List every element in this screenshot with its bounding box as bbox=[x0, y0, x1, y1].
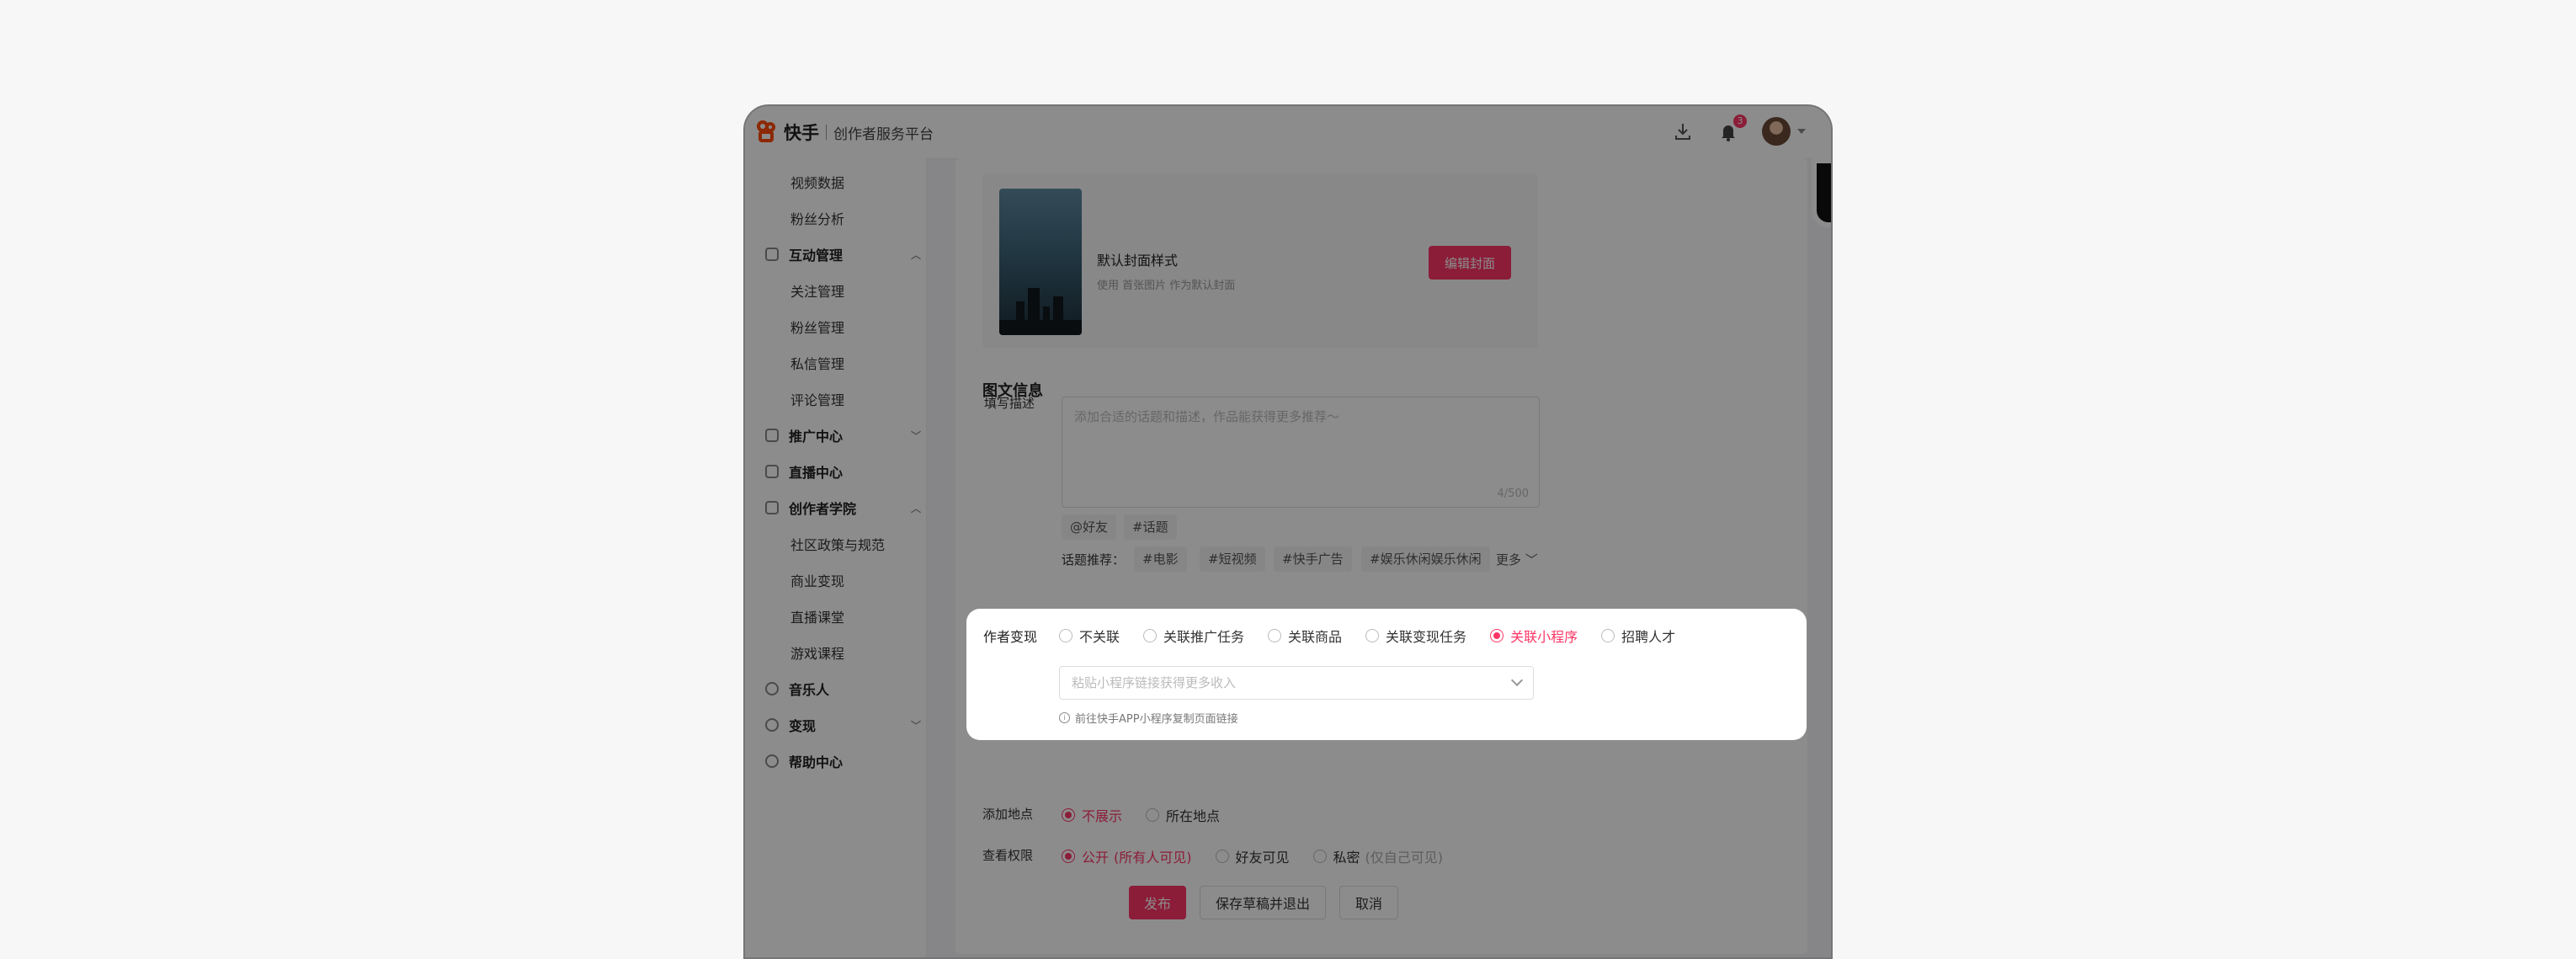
mini-program-link-input[interactable] bbox=[1070, 667, 1494, 699]
radio-label: 不关联 bbox=[1079, 629, 1120, 645]
monetize-radio-none[interactable]: 不关联 bbox=[1059, 626, 1120, 646]
monetize-section: 作者变现 不关联 关联推广任务 关联商品 关联变现任务 关联小程序 招聘人才 i… bbox=[966, 609, 1807, 740]
monetize-radio-product[interactable]: 关联商品 bbox=[1268, 626, 1342, 646]
monetize-radio-monetize-task[interactable]: 关联变现任务 bbox=[1365, 626, 1466, 646]
dim-overlay bbox=[743, 104, 1833, 959]
monetize-radio-recruit[interactable]: 招聘人才 bbox=[1601, 626, 1675, 646]
info-icon: i bbox=[1059, 712, 1070, 723]
radio-label: 关联变现任务 bbox=[1386, 629, 1467, 645]
radio-dot bbox=[1059, 629, 1072, 642]
tip-text: 前往快手APP小程序复制页面链接 bbox=[1075, 713, 1238, 726]
mini-program-link-select[interactable] bbox=[1059, 666, 1534, 700]
radio-dot bbox=[1490, 629, 1504, 642]
monetize-label: 作者变现 bbox=[983, 629, 1038, 645]
chevron-down-icon bbox=[1510, 674, 1524, 687]
radio-dot bbox=[1601, 629, 1615, 642]
radio-label: 关联小程序 bbox=[1510, 629, 1578, 645]
monetize-radio-group: 不关联 关联推广任务 关联商品 关联变现任务 关联小程序 招聘人才 bbox=[1059, 626, 1699, 646]
monetize-radio-promo-task[interactable]: 关联推广任务 bbox=[1143, 626, 1244, 646]
radio-label: 关联推广任务 bbox=[1163, 629, 1245, 645]
radio-dot bbox=[1268, 629, 1282, 642]
mini-program-tip: i 前往快手APP小程序复制页面链接 bbox=[1059, 710, 1238, 726]
radio-label: 关联商品 bbox=[1288, 629, 1343, 645]
radio-dot bbox=[1365, 629, 1380, 642]
radio-dot bbox=[1143, 629, 1158, 642]
radio-label: 招聘人才 bbox=[1621, 629, 1676, 645]
monetize-radio-mini-program[interactable]: 关联小程序 bbox=[1490, 626, 1578, 646]
